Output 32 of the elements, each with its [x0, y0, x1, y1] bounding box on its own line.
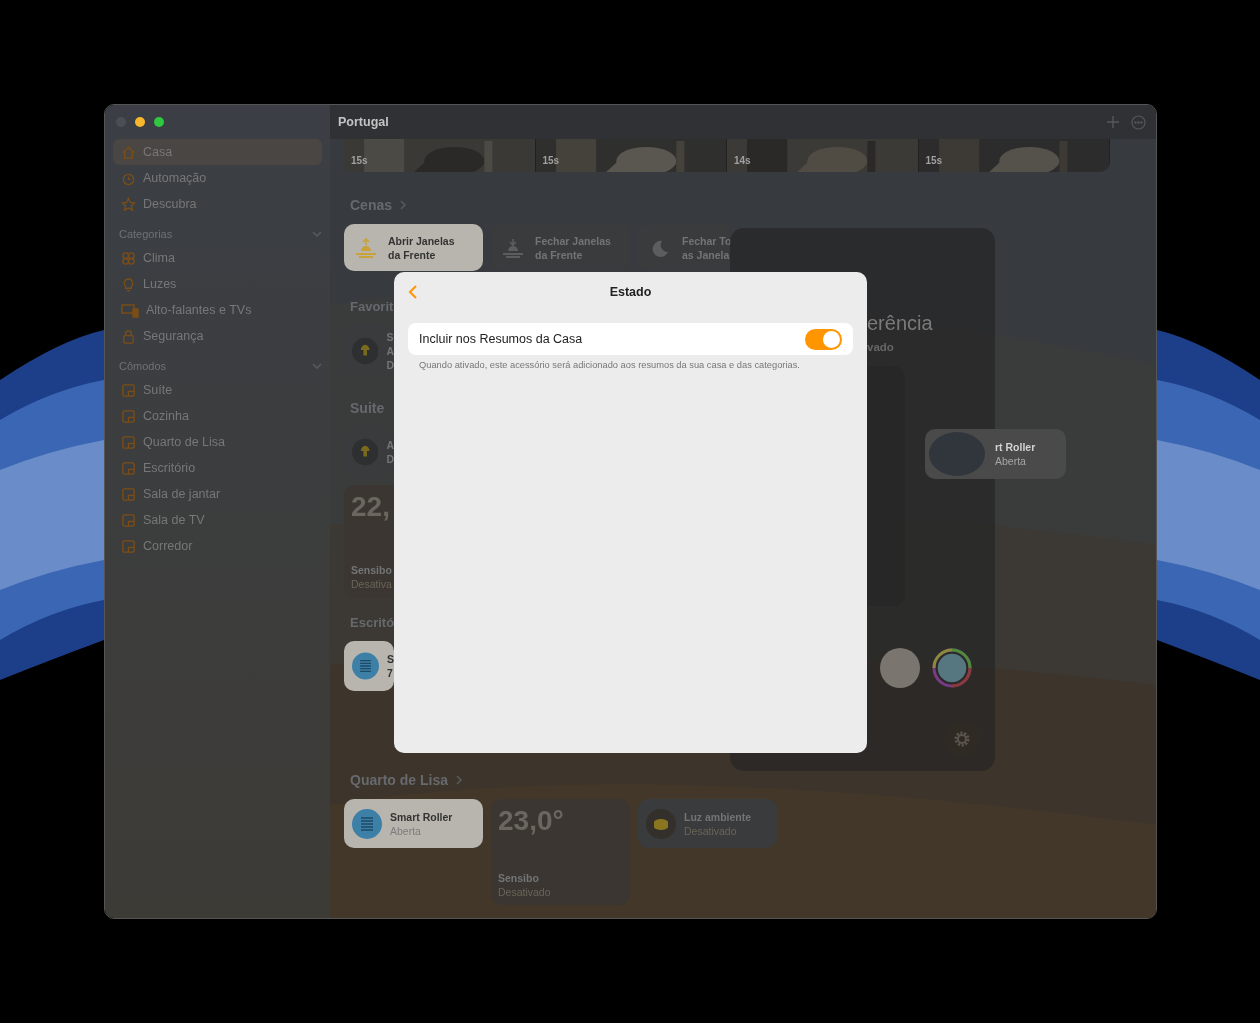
- chevron-icon: [312, 361, 322, 371]
- sidebar-item[interactable]: Suíte: [113, 377, 322, 403]
- sidebar-item[interactable]: Sala de TV: [113, 507, 322, 533]
- tv-speaker-icon: [121, 302, 139, 318]
- sidebar-item[interactable]: Escritório: [113, 455, 322, 481]
- house-icon: [121, 144, 136, 160]
- sidebar-item[interactable]: Descubra: [113, 191, 322, 217]
- room-icon: [121, 486, 136, 502]
- room-icon: [121, 460, 136, 476]
- sidebar-item[interactable]: Quarto de Lisa: [113, 429, 322, 455]
- zoom-button[interactable]: [154, 117, 164, 127]
- chevron-icon: [312, 229, 322, 239]
- sidebar-item[interactable]: Clima: [113, 245, 322, 271]
- collapse-button[interactable]: [312, 229, 322, 239]
- sidebar-item[interactable]: Automação: [113, 165, 322, 191]
- sidebar-item[interactable]: Luzes: [113, 271, 322, 297]
- collapse-button[interactable]: [312, 361, 322, 371]
- sidebar-item[interactable]: Alto-falantes e TVs: [113, 297, 322, 323]
- room-icon: [121, 382, 136, 398]
- room-icon: [121, 408, 136, 424]
- lightbulb-icon: [121, 276, 136, 292]
- sidebar-item[interactable]: Corredor: [113, 533, 322, 559]
- sidebar-item[interactable]: Segurança: [113, 323, 322, 349]
- minimize-button[interactable]: [135, 117, 145, 127]
- room-icon: [121, 512, 136, 528]
- lock-icon: [121, 328, 136, 344]
- star-icon: [121, 196, 136, 212]
- room-icon: [121, 434, 136, 450]
- sidebar-item[interactable]: Sala de jantar: [113, 481, 322, 507]
- fan-icon: [121, 250, 136, 266]
- room-icon: [121, 538, 136, 554]
- sidebar-item[interactable]: Cozinha: [113, 403, 322, 429]
